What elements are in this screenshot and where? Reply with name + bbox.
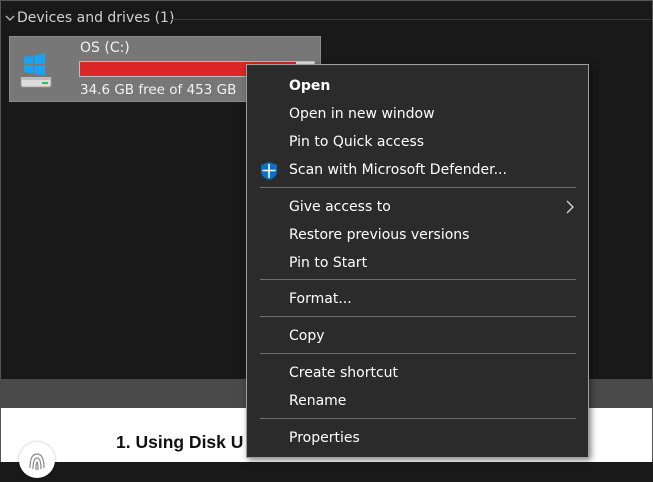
menu-item-label: Create shortcut	[289, 365, 399, 381]
menu-item-label: Scan with Microsoft Defender...	[289, 162, 507, 178]
menu-item-label: Rename	[289, 393, 347, 409]
menu-item-label: Properties	[289, 430, 360, 446]
menu-item-label: Open in new window	[289, 106, 435, 122]
menu-item-label: Restore previous versions	[289, 227, 470, 243]
group-divider	[171, 19, 651, 20]
menu-item-label: Format...	[289, 291, 352, 307]
menu-item-scan-defender[interactable]: Scan with Microsoft Defender...	[247, 156, 588, 184]
devices-and-drives-group-header[interactable]: Devices and drives (1)	[5, 8, 174, 28]
menu-item-give-access[interactable]: Give access to	[247, 193, 588, 221]
context-menu: Open Open in new window Pin to Quick acc…	[246, 64, 589, 458]
fingerprint-icon[interactable]	[19, 442, 55, 478]
menu-item-create-shortcut[interactable]: Create shortcut	[247, 359, 588, 387]
menu-item-format[interactable]: Format...	[247, 285, 588, 313]
menu-item-open-new-window[interactable]: Open in new window	[247, 100, 588, 128]
menu-separator	[260, 187, 576, 188]
menu-separator	[260, 353, 576, 354]
menu-item-properties[interactable]: Properties	[247, 424, 588, 452]
drive-name: OS (C:)	[80, 40, 130, 56]
windows-drive-icon	[18, 53, 54, 93]
menu-separator	[260, 316, 576, 317]
menu-item-restore-previous[interactable]: Restore previous versions	[247, 221, 588, 249]
group-title: Devices and drives (1)	[17, 10, 175, 26]
drive-free-space: 34.6 GB free of 453 GB	[80, 82, 237, 98]
menu-item-copy[interactable]: Copy	[247, 322, 588, 350]
article-heading: 1. Using Disk U	[116, 432, 244, 452]
menu-item-label: Pin to Quick access	[289, 134, 425, 150]
menu-item-pin-quick-access[interactable]: Pin to Quick access	[247, 128, 588, 156]
menu-item-open[interactable]: Open	[247, 72, 588, 100]
defender-shield-icon	[259, 161, 279, 181]
menu-item-label: Open	[289, 78, 331, 94]
menu-item-label: Give access to	[289, 199, 391, 215]
menu-separator	[260, 279, 576, 280]
menu-item-label: Pin to Start	[289, 255, 368, 271]
menu-item-label: Copy	[289, 328, 325, 344]
chevron-down-icon[interactable]	[5, 8, 15, 28]
chevron-right-icon	[565, 200, 575, 214]
menu-item-rename[interactable]: Rename	[247, 387, 588, 415]
menu-separator	[260, 418, 576, 419]
menu-item-pin-to-start[interactable]: Pin to Start	[247, 249, 588, 277]
